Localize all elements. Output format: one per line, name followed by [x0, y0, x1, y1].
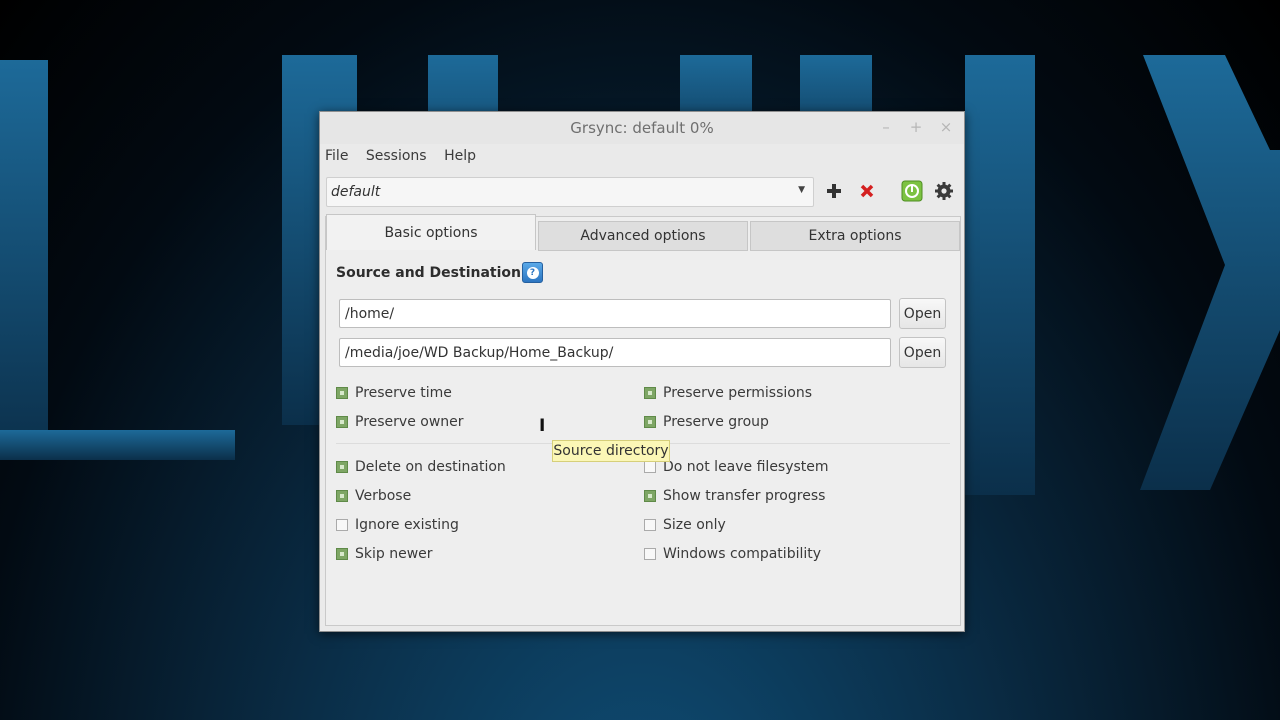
text-cursor-icon: I	[539, 416, 546, 436]
checkbox-box	[644, 519, 656, 531]
checkbox-label: Delete on destination	[355, 459, 506, 475]
checkbox-label: Verbose	[355, 488, 412, 504]
close-button[interactable]: ×	[937, 118, 955, 136]
checkbox-label: Ignore existing	[355, 517, 459, 533]
checkbox-windows-compatibility[interactable]: Windows compatibility	[644, 546, 821, 562]
checkbox-label: Preserve time	[355, 385, 452, 401]
checkbox-do-not-leave-filesystem[interactable]: Do not leave filesystem	[644, 459, 829, 475]
menu-bar: File Sessions Help	[325, 148, 489, 164]
delete-session-button[interactable]	[855, 179, 879, 203]
source-open-button[interactable]: Open	[899, 298, 946, 329]
tab-basic-options[interactable]: Basic options	[326, 214, 536, 250]
checkbox-preserve-group[interactable]: Preserve group	[644, 414, 769, 430]
menu-file[interactable]: File	[325, 148, 348, 164]
menu-sessions[interactable]: Sessions	[366, 148, 427, 164]
checkbox-skip-newer[interactable]: Skip newer	[336, 546, 433, 562]
help-icon[interactable]: ?	[522, 262, 543, 283]
checkbox-preserve-time[interactable]: Preserve time	[336, 385, 452, 401]
window-title: Grsync: default 0%	[570, 119, 714, 137]
tab-advanced-options[interactable]: Advanced options	[538, 221, 748, 251]
section-title: Source and Destination:	[336, 265, 527, 281]
checkbox-box	[336, 461, 348, 473]
checkbox-box	[644, 416, 656, 428]
checkbox-box	[644, 548, 656, 560]
grsync-window: Grsync: default 0% – + × File Sessions H…	[319, 111, 965, 632]
dropdown-arrow-icon: ▼	[798, 185, 805, 195]
run-icon	[901, 180, 923, 202]
source-path-input[interactable]	[339, 299, 891, 328]
red-x-icon	[860, 184, 874, 198]
checkbox-box	[336, 416, 348, 428]
checkbox-label: Show transfer progress	[663, 488, 826, 504]
run-button[interactable]	[900, 179, 924, 203]
checkbox-box	[644, 387, 656, 399]
checkbox-box	[336, 519, 348, 531]
maximize-button[interactable]: +	[907, 118, 925, 136]
checkbox-box	[644, 490, 656, 502]
checkbox-label: Windows compatibility	[663, 546, 822, 562]
plus-icon	[827, 184, 841, 198]
minimize-button[interactable]: –	[877, 118, 895, 136]
checkbox-delete-on-destination[interactable]: Delete on destination	[336, 459, 506, 475]
checkbox-preserve-permissions[interactable]: Preserve permissions	[644, 385, 812, 401]
settings-button[interactable]	[932, 179, 956, 203]
tab-extra-label: Extra options	[808, 228, 902, 244]
checkbox-label: Do not leave filesystem	[663, 459, 829, 475]
checkbox-label: Preserve group	[663, 414, 769, 430]
checkbox-box	[644, 461, 656, 473]
checkbox-label: Size only	[663, 517, 726, 533]
checkbox-box	[336, 548, 348, 560]
tab-basic-label: Basic options	[384, 224, 478, 241]
session-value: default	[331, 184, 381, 200]
destination-open-button[interactable]: Open	[899, 337, 946, 368]
menu-help[interactable]: Help	[444, 148, 476, 164]
add-session-button[interactable]	[822, 179, 846, 203]
tab-extra-options[interactable]: Extra options	[750, 221, 960, 251]
options-panel: Basic options Advanced options Extra opt…	[325, 214, 961, 626]
checkbox-preserve-owner[interactable]: Preserve owner	[336, 414, 464, 430]
checkbox-show-transfer-progress[interactable]: Show transfer progress	[644, 488, 825, 504]
tooltip: Source directory	[552, 440, 670, 462]
title-bar[interactable]: Grsync: default 0% – + ×	[320, 112, 964, 144]
checkbox-box	[336, 387, 348, 399]
checkbox-label: Skip newer	[355, 546, 433, 562]
checkbox-label: Preserve owner	[355, 414, 464, 430]
gear-icon	[935, 182, 953, 200]
checkbox-size-only[interactable]: Size only	[644, 517, 726, 533]
checkbox-verbose[interactable]: Verbose	[336, 488, 411, 504]
destination-path-input[interactable]	[339, 338, 891, 367]
checkbox-box	[336, 490, 348, 502]
tab-advanced-label: Advanced options	[580, 228, 706, 244]
checkbox-ignore-existing[interactable]: Ignore existing	[336, 517, 459, 533]
session-select[interactable]: default ▼	[326, 177, 814, 207]
checkbox-label: Preserve permissions	[663, 385, 813, 401]
